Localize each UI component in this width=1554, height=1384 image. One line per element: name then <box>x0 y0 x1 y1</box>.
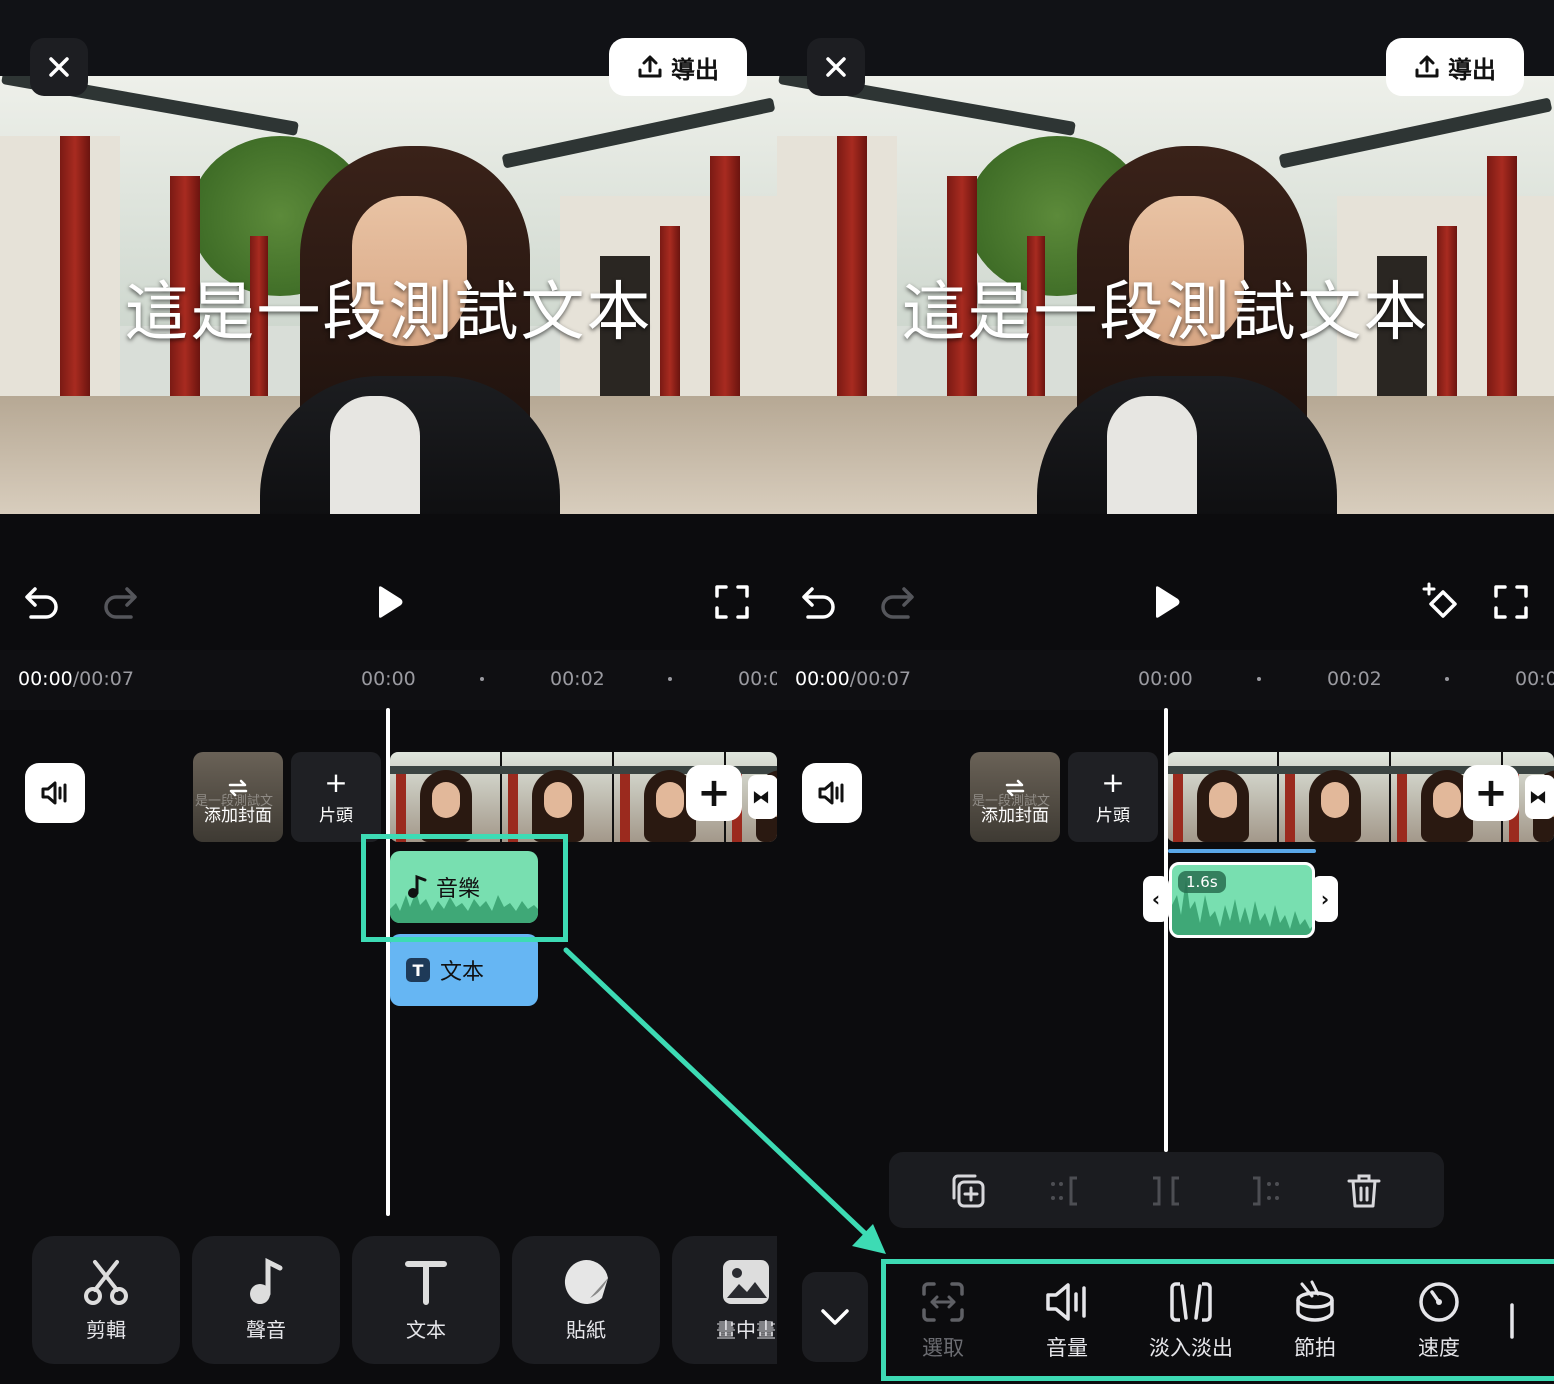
callout-arrow <box>563 947 886 1254</box>
comparison-view: 這是一段測試文本 導出 00:00/00:07 00:00 00:02 00:0 <box>0 0 1554 1384</box>
